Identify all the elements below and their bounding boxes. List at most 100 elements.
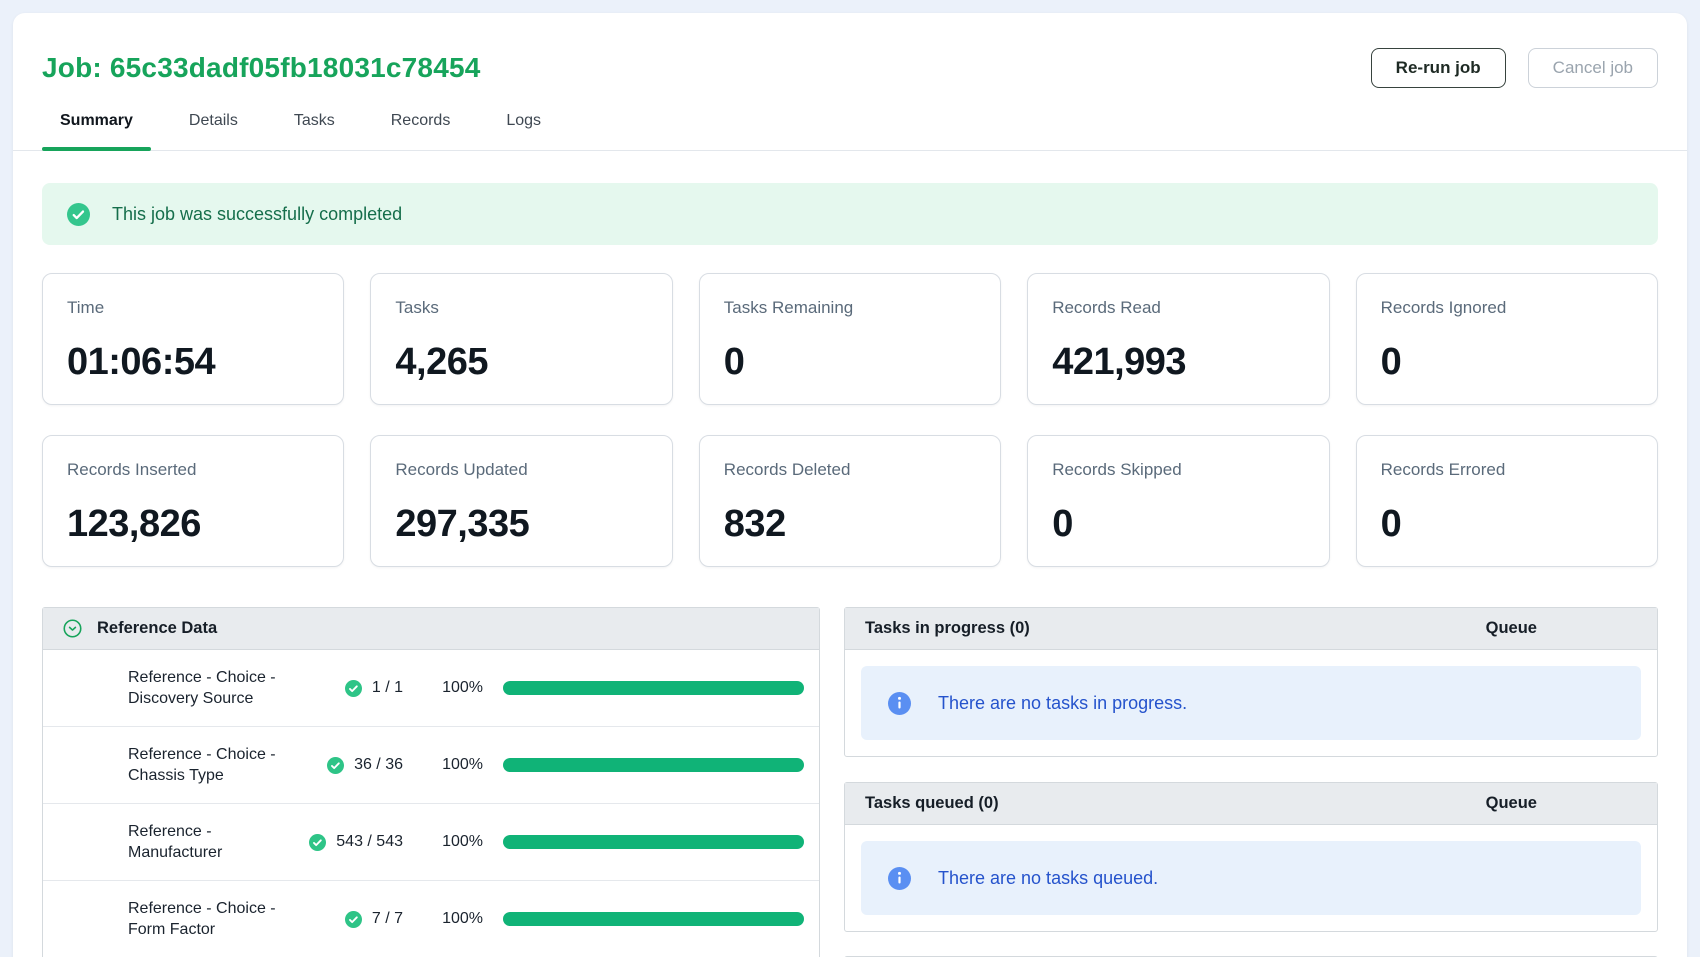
progress-bar — [503, 912, 804, 926]
reference-row-form-factor: Reference - Choice - Form Factor 7 / 7 1… — [43, 881, 819, 957]
progress-bar — [503, 758, 804, 772]
reference-data-panel: Reference Data Reference - Choice - Disc… — [42, 607, 820, 957]
stat-label: Records Read — [1052, 298, 1304, 318]
queue-column-header: Queue — [1486, 794, 1637, 813]
reference-row-status: 1 / 1 — [293, 679, 403, 697]
stat-card-records-read: Records Read 421,993 — [1027, 273, 1329, 405]
section-chevron-icon — [63, 619, 82, 638]
stat-label: Records Skipped — [1052, 460, 1304, 480]
tab-logs[interactable]: Logs — [488, 96, 559, 150]
tab-records[interactable]: Records — [373, 96, 469, 150]
stat-value: 01:06:54 — [67, 340, 319, 384]
tasks-queued-panel: Tasks queued (0) Queue There are no task… — [844, 782, 1658, 932]
success-check-icon — [67, 203, 90, 226]
stat-value: 0 — [1381, 340, 1633, 384]
stat-value: 0 — [1381, 502, 1633, 546]
main-card: Job: 65c33dadf05fb18031c78454 Re-run job… — [13, 13, 1687, 957]
stat-card-records-inserted: Records Inserted 123,826 — [42, 435, 344, 567]
queue-panels-column: Tasks in progress (0) Queue There are no… — [844, 607, 1658, 957]
stat-label: Tasks Remaining — [724, 298, 976, 318]
tasks-queued-body: There are no tasks queued. — [845, 825, 1657, 931]
reference-row-name: Reference - Manufacturer — [128, 821, 293, 863]
stat-value: 0 — [1052, 502, 1304, 546]
reference-row-status: 543 / 543 — [293, 833, 403, 851]
tasks-in-progress-header: Tasks in progress (0) Queue — [845, 608, 1657, 650]
reference-row-count: 7 / 7 — [372, 910, 403, 928]
page-title: Job: 65c33dadf05fb18031c78454 — [42, 52, 481, 84]
check-badge-icon — [327, 757, 344, 774]
stat-label: Records Updated — [395, 460, 647, 480]
info-icon — [888, 867, 911, 890]
tab-bar: Summary Details Tasks Records Logs — [13, 96, 1687, 151]
topbar: Job: 65c33dadf05fb18031c78454 Re-run job… — [42, 48, 1658, 88]
tasks-queued-title: Tasks queued (0) — [865, 794, 999, 813]
queue-column-header: Queue — [1486, 619, 1637, 638]
stat-card-records-errored: Records Errored 0 — [1356, 435, 1658, 567]
reference-row-percent: 100% — [421, 833, 483, 851]
banner-message: This job was successfully completed — [112, 204, 402, 225]
progress-bar — [503, 681, 804, 695]
stat-label: Records Deleted — [724, 460, 976, 480]
reference-row-percent: 100% — [421, 910, 483, 928]
check-badge-icon — [345, 911, 362, 928]
info-box: There are no tasks in progress. — [861, 666, 1641, 740]
stat-card-records-ignored: Records Ignored 0 — [1356, 273, 1658, 405]
reference-row-percent: 100% — [421, 679, 483, 697]
stat-value: 421,993 — [1052, 340, 1304, 384]
reference-row-manufacturer: Reference - Manufacturer 543 / 543 100% — [43, 804, 819, 881]
progress-bar-fill — [503, 835, 804, 849]
progress-bar-fill — [503, 912, 804, 926]
stats-row-1: Time 01:06:54 Tasks 4,265 Tasks Remainin… — [42, 273, 1658, 405]
stat-value: 0 — [724, 340, 976, 384]
reference-row-count: 36 / 36 — [354, 756, 403, 774]
check-badge-icon — [309, 834, 326, 851]
tasks-in-progress-body: There are no tasks in progress. — [845, 650, 1657, 756]
stat-label: Records Errored — [1381, 460, 1633, 480]
info-box: There are no tasks queued. — [861, 841, 1641, 915]
stat-label: Time — [67, 298, 319, 318]
action-buttons: Re-run job Cancel job — [1371, 48, 1658, 88]
tab-details[interactable]: Details — [171, 96, 256, 150]
empty-message: There are no tasks queued. — [938, 868, 1158, 889]
stat-label: Records Ignored — [1381, 298, 1633, 318]
stat-card-records-deleted: Records Deleted 832 — [699, 435, 1001, 567]
bottom-panels: Reference Data Reference - Choice - Disc… — [42, 607, 1658, 957]
progress-bar-fill — [503, 681, 804, 695]
stat-value: 123,826 — [67, 502, 319, 546]
tab-tasks[interactable]: Tasks — [276, 96, 353, 150]
stat-label: Tasks — [395, 298, 647, 318]
stat-card-time: Time 01:06:54 — [42, 273, 344, 405]
stat-card-records-updated: Records Updated 297,335 — [370, 435, 672, 567]
reference-row-percent: 100% — [421, 756, 483, 774]
tab-summary[interactable]: Summary — [42, 96, 151, 150]
success-banner: This job was successfully completed — [42, 183, 1658, 245]
empty-message: There are no tasks in progress. — [938, 693, 1187, 714]
rerun-job-button[interactable]: Re-run job — [1371, 48, 1506, 88]
stat-label: Records Inserted — [67, 460, 319, 480]
reference-row-name: Reference - Choice - Form Factor — [128, 898, 293, 940]
stat-card-tasks-remaining: Tasks Remaining 0 — [699, 273, 1001, 405]
stat-value: 832 — [724, 502, 976, 546]
tasks-queued-header: Tasks queued (0) Queue — [845, 783, 1657, 825]
reference-row-chassis-type: Reference - Choice - Chassis Type 36 / 3… — [43, 727, 819, 804]
stat-card-records-skipped: Records Skipped 0 — [1027, 435, 1329, 567]
tasks-in-progress-panel: Tasks in progress (0) Queue There are no… — [844, 607, 1658, 757]
reference-row-count: 543 / 543 — [336, 833, 403, 851]
stat-value: 297,335 — [395, 502, 647, 546]
progress-bar-fill — [503, 758, 804, 772]
content-area: Job: 65c33dadf05fb18031c78454 Re-run job… — [13, 13, 1687, 957]
info-icon — [888, 692, 911, 715]
reference-row-name: Reference - Choice - Chassis Type — [128, 744, 293, 786]
tasks-in-progress-title: Tasks in progress (0) — [865, 619, 1030, 638]
progress-bar — [503, 835, 804, 849]
check-badge-icon — [345, 680, 362, 697]
reference-data-title: Reference Data — [97, 619, 217, 638]
cancel-job-button[interactable]: Cancel job — [1528, 48, 1658, 88]
reference-data-header[interactable]: Reference Data — [43, 608, 819, 650]
reference-row-name: Reference - Choice - Discovery Source — [128, 667, 293, 709]
reference-row-discovery-source: Reference - Choice - Discovery Source 1 … — [43, 650, 819, 727]
reference-row-status: 7 / 7 — [293, 910, 403, 928]
reference-row-status: 36 / 36 — [293, 756, 403, 774]
reference-row-count: 1 / 1 — [372, 679, 403, 697]
stat-card-tasks: Tasks 4,265 — [370, 273, 672, 405]
